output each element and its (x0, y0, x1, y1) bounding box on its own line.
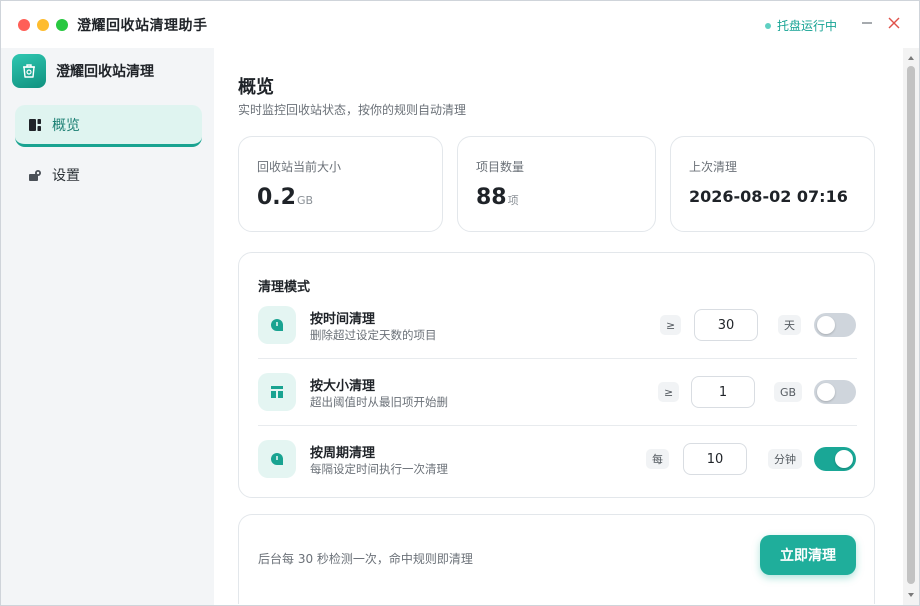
stat-card-size: 回收站当前大小 0.2GB (238, 136, 443, 232)
unit-chip: GB (774, 382, 803, 402)
mode-name: 按大小清理 (310, 379, 376, 394)
minimize-dot-icon[interactable] (37, 19, 49, 31)
sidebar-item-settings[interactable]: 设置 (15, 154, 202, 196)
mode-name: 按周期清理 (310, 446, 376, 461)
minimize-button[interactable] (857, 13, 877, 33)
layout-icon (258, 373, 296, 411)
sidebar: 澄耀回收站清理 概览 设置 (1, 48, 214, 605)
stat-card-count: 项目数量 88项 (457, 136, 656, 232)
size-value: 0.2 (257, 185, 296, 210)
detection-note: 后台每 30 秒检测一次，命中规则即清理 (258, 552, 473, 566)
stat-label: 回收站当前大小 (257, 160, 342, 174)
size-input[interactable] (691, 376, 755, 408)
stat-card-last-clean: 上次清理 2026-08-02 07:16 (670, 136, 875, 232)
action-card: 后台每 30 秒检测一次，命中规则即清理 立即清理 (238, 514, 875, 604)
sidebar-item-overview[interactable]: 概览 (15, 105, 202, 147)
period-mode-toggle[interactable] (814, 447, 856, 471)
timer-icon (258, 440, 296, 478)
size-unit: GB (296, 194, 314, 207)
size-mode-toggle[interactable] (814, 380, 856, 404)
stat-value: 88项 (476, 185, 519, 210)
mode-desc: 超出阈值时从最旧项开始删 (310, 395, 448, 409)
scrollbar[interactable] (903, 48, 919, 605)
page-subtitle: 实时监控回收站状态，按你的规则自动清理 (238, 103, 467, 117)
close-icon (888, 17, 900, 29)
unit-chip: 分钟 (768, 449, 802, 469)
toggle-knob (817, 383, 835, 401)
tray-status: 托盘运行中 (765, 17, 837, 34)
mode-row-size: 按大小清理 超出阈值时从最旧项开始删 ≥ GB (258, 360, 857, 426)
mode-row-period: 按周期清理 每隔设定时间执行一次清理 每 分钟 (258, 427, 857, 493)
toggle-knob (835, 450, 853, 468)
main-content: 概览 实时监控回收站状态，按你的规则自动清理 回收站当前大小 0.2GB 项目数… (214, 48, 903, 605)
count-value: 88 (476, 185, 507, 210)
brand: 澄耀回收站清理 (12, 54, 154, 88)
clock-icon (258, 306, 296, 344)
status-dot-icon (765, 22, 771, 29)
dashboard-icon (29, 118, 41, 131)
mode-name: 按时间清理 (310, 312, 376, 327)
app-title: 澄耀回收站清理助手 (77, 18, 208, 34)
title-bar[interactable]: 澄耀回收站清理助手 托盘运行中 (1, 1, 919, 48)
recycle-bin-logo-icon (12, 54, 46, 88)
period-input[interactable] (683, 443, 747, 475)
settings-icon (29, 170, 41, 181)
minimize-icon (862, 22, 872, 24)
scroll-thumb[interactable] (907, 66, 915, 584)
stat-value: 0.2GB (257, 185, 313, 210)
scroll-down-icon[interactable] (907, 591, 915, 599)
toggle-knob (817, 316, 835, 334)
app-window: 澄耀回收站清理助手 托盘运行中 澄耀回收站清理 概览 设置 概览 实时监控回收站… (0, 0, 920, 606)
mode-desc: 每隔设定时间执行一次清理 (310, 462, 448, 476)
clean-mode-card: 清理模式 按时间清理 删除超过设定天数的项目 ≥ 天 (238, 252, 875, 498)
traffic-lights (18, 19, 68, 31)
mode-row-time: 按时间清理 删除超过设定天数的项目 ≥ 天 (258, 293, 857, 359)
prefix-chip: ≥ (658, 382, 680, 402)
time-mode-toggle[interactable] (814, 313, 856, 337)
stat-label: 项目数量 (476, 160, 525, 174)
maximize-dot-icon[interactable] (56, 19, 68, 31)
sidebar-item-label: 概览 (52, 117, 80, 134)
scroll-up-icon[interactable] (907, 54, 915, 62)
mode-desc: 删除超过设定天数的项目 (310, 328, 437, 342)
stat-label: 上次清理 (689, 160, 738, 174)
sidebar-item-label: 设置 (52, 168, 80, 184)
unit-chip: 天 (778, 315, 801, 335)
days-input[interactable] (694, 309, 758, 341)
prefix-chip: 每 (646, 449, 669, 469)
close-dot-icon[interactable] (18, 19, 30, 31)
close-button[interactable] (884, 13, 904, 33)
clean-now-button[interactable]: 立即清理 (760, 535, 856, 575)
page-title: 概览 (238, 77, 274, 98)
last-clean-value: 2026-08-02 07:16 (689, 187, 848, 206)
count-unit: 项 (507, 194, 519, 207)
tray-status-label: 托盘运行中 (777, 19, 838, 33)
brand-name: 澄耀回收站清理 (56, 64, 154, 80)
prefix-chip: ≥ (660, 315, 682, 335)
